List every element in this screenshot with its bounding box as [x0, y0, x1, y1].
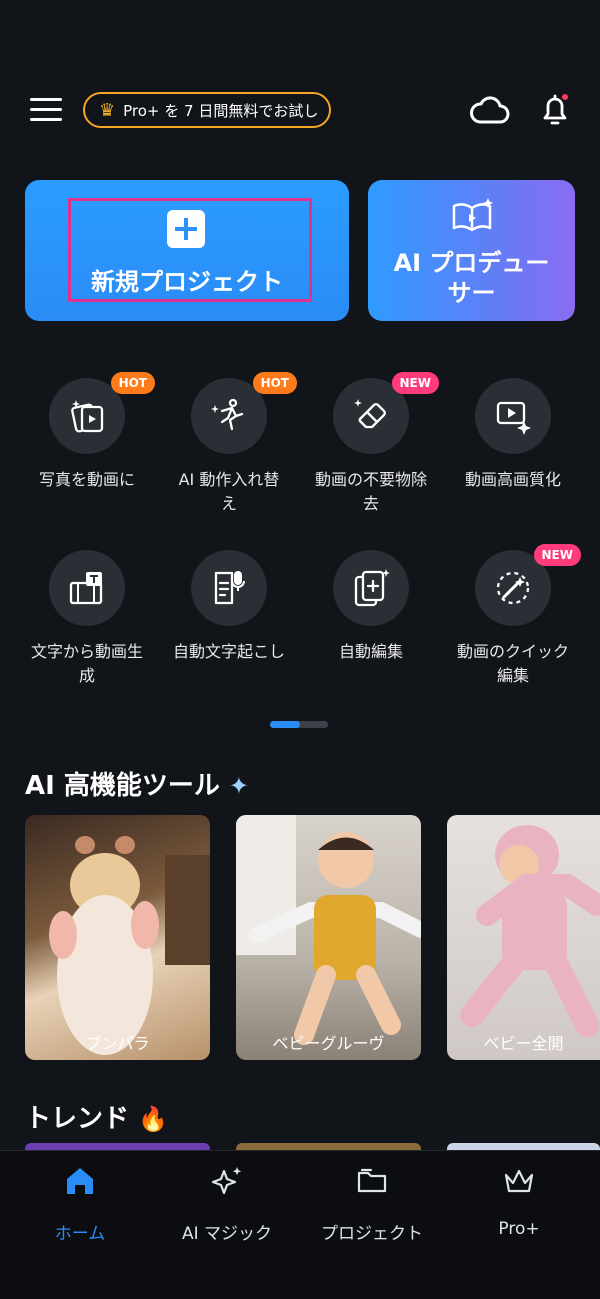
- ai-tools-title: AI 高機能ツール: [25, 771, 220, 801]
- nav-pro-label: Pro+: [498, 1219, 540, 1239]
- video-enhance-icon: [496, 401, 531, 435]
- tool-label-line2: 成: [78, 666, 95, 685]
- tool-quick-edit[interactable]: NEW 動画のクイック 編集: [442, 544, 584, 688]
- pro-trial-text: Pro+ を 7 日間無料でお試し: [123, 101, 319, 120]
- tool-label: 自動編集: [338, 642, 403, 661]
- ai-tool-card[interactable]: ベビー全開: [447, 815, 600, 1060]
- eraser-icon: [354, 399, 386, 429]
- cloud-icon[interactable]: [470, 96, 510, 126]
- magic-wand-icon: [496, 571, 530, 605]
- tool-ai-motion-swap[interactable]: HOT AI 動作入れ替え: [158, 372, 300, 516]
- baby-dance-thumbnail: [236, 815, 421, 1045]
- tool-label-line2: 編集: [496, 666, 529, 685]
- auto-edit-icon: [354, 569, 390, 607]
- tool-pager-indicator: [270, 721, 328, 728]
- photo-video-icon: [71, 400, 104, 433]
- home-icon: [67, 1168, 93, 1194]
- nav-projects[interactable]: プロジェクト: [297, 1165, 447, 1244]
- tool-photo-to-video[interactable]: HOT 写真を動画に: [16, 372, 158, 492]
- plus-icon: [167, 210, 205, 248]
- new-badge: NEW: [391, 372, 439, 394]
- tool-label: 動画高画質化: [464, 470, 561, 489]
- crown-icon: ♛: [99, 99, 116, 121]
- transcribe-icon: [214, 571, 245, 605]
- crown-icon: [504, 1169, 534, 1193]
- ai-producer-label-line2: サー: [447, 279, 496, 307]
- ai-tools-section-title: AI 高機能ツール ✦: [25, 765, 249, 802]
- nav-home-label: ホーム: [54, 1224, 106, 1244]
- bell-icon[interactable]: [540, 92, 570, 128]
- tool-label: 動画のクイック: [456, 642, 569, 661]
- ai-producer-button[interactable]: AI プロデュー サー: [368, 180, 575, 321]
- card-caption: ブンパラ: [85, 1034, 150, 1053]
- text-to-video-icon: [69, 572, 103, 605]
- bottom-nav: ホーム AI マジック プロジェクト Pro+: [0, 1150, 600, 1299]
- ai-tool-card[interactable]: ベビーグルーヴ: [236, 815, 421, 1060]
- trend-title: トレンド: [25, 1104, 130, 1134]
- tool-label: 自動文字起こし: [172, 642, 285, 661]
- tool-auto-captions[interactable]: 自動文字起こし: [158, 550, 300, 664]
- tool-video-enhance[interactable]: 動画高画質化: [442, 378, 584, 492]
- nav-pro[interactable]: Pro+: [444, 1165, 594, 1239]
- nav-home[interactable]: ホーム: [5, 1165, 155, 1244]
- hot-badge: HOT: [110, 372, 155, 394]
- baby-pink-thumbnail: [460, 825, 600, 1037]
- ai-producer-label-line1: AI プロデュー: [393, 249, 550, 277]
- nav-projects-label: プロジェクト: [321, 1224, 423, 1244]
- tool-label: 写真を動画に: [38, 470, 135, 489]
- fire-icon: 🔥: [138, 1105, 168, 1133]
- nav-ai-magic-label: AI マジック: [181, 1224, 273, 1244]
- ai-tool-card[interactable]: ブンパラ: [25, 815, 210, 1060]
- pro-trial-banner[interactable]: ♛ Pro+ を 7 日間無料でお試し: [83, 92, 331, 128]
- tool-object-removal[interactable]: NEW 動画の不要物除去: [300, 372, 442, 516]
- card-caption: ベビー全開: [483, 1034, 564, 1053]
- new-badge: NEW: [533, 544, 581, 566]
- dancer-icon: [211, 398, 244, 431]
- card-caption: ベビーグルーヴ: [272, 1034, 385, 1053]
- tool-label-line2: 去: [362, 494, 379, 513]
- tool-label: AI 動作入れ替: [178, 470, 280, 489]
- tool-label: 動画の不要物除: [314, 470, 427, 489]
- sparkle-icon: ✦: [228, 772, 250, 800]
- tool-label-line2: え: [220, 494, 237, 513]
- tool-text-to-video[interactable]: 文字から動画生成: [16, 550, 158, 688]
- new-project-label: 新規プロジェクト: [91, 268, 283, 296]
- book-sparkle-icon: [452, 198, 493, 232]
- menu-icon[interactable]: [30, 98, 62, 124]
- hamster-thumbnail: [49, 836, 210, 1055]
- trend-section-title: トレンド 🔥: [25, 1098, 168, 1135]
- new-project-button[interactable]: 新規プロジェクト: [25, 180, 349, 321]
- nav-ai-magic[interactable]: AI マジック: [152, 1165, 302, 1244]
- hot-badge: HOT: [252, 372, 297, 394]
- tool-auto-edit[interactable]: 自動編集: [300, 550, 442, 664]
- sparkles-icon: [211, 1167, 242, 1195]
- folder-icon: [357, 1168, 387, 1193]
- tool-label: 文字から動画生: [30, 642, 143, 661]
